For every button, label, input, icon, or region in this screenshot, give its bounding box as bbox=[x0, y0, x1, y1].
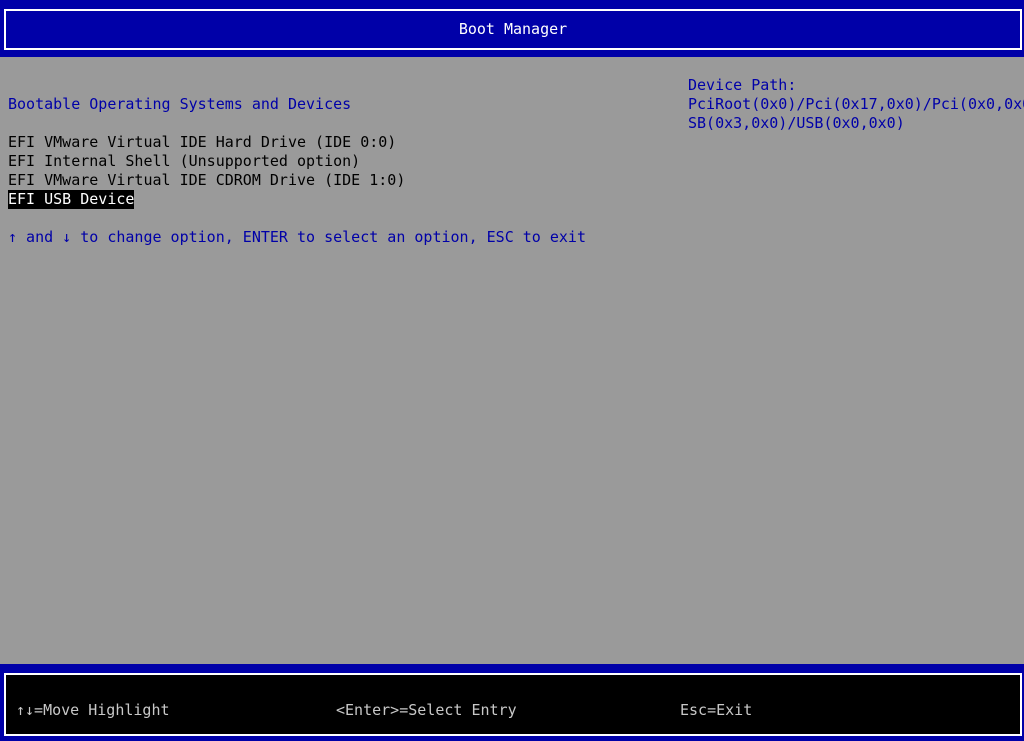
help-text: ↑ and ↓ to change option, ENTER to selec… bbox=[8, 228, 586, 246]
device-path-line-2: SB(0x3,0x0)/USB(0x0,0x0) bbox=[688, 114, 905, 132]
boot-option-internal-shell[interactable]: EFI Internal Shell (Unsupported option) bbox=[8, 152, 360, 171]
boot-option-ide-cdrom-drive[interactable]: EFI VMware Virtual IDE CDROM Drive (IDE … bbox=[8, 171, 405, 190]
section-title: Bootable Operating Systems and Devices bbox=[8, 95, 352, 113]
page-title: Boot Manager bbox=[458, 20, 568, 38]
header-bar: Boot Manager bbox=[0, 0, 1024, 57]
footer-bar: ↑↓=Move Highlight <Enter>=Select Entry E… bbox=[0, 664, 1024, 741]
boot-option-ide-hard-drive[interactable]: EFI VMware Virtual IDE Hard Drive (IDE 0… bbox=[8, 133, 396, 152]
device-path-line-1: PciRoot(0x0)/Pci(0x17,0x0)/Pci(0x0,0x0)/… bbox=[688, 95, 1024, 113]
footer-enter-hint: <Enter>=Select Entry bbox=[336, 701, 517, 719]
footer-move-hint: ↑↓=Move Highlight bbox=[16, 701, 170, 719]
device-path-title: Device Path: bbox=[688, 76, 797, 94]
header-frame: Boot Manager bbox=[4, 9, 1022, 50]
footer-exit-hint: Esc=Exit bbox=[680, 701, 753, 719]
boot-option-usb-device[interactable]: EFI USB Device bbox=[8, 190, 135, 209]
